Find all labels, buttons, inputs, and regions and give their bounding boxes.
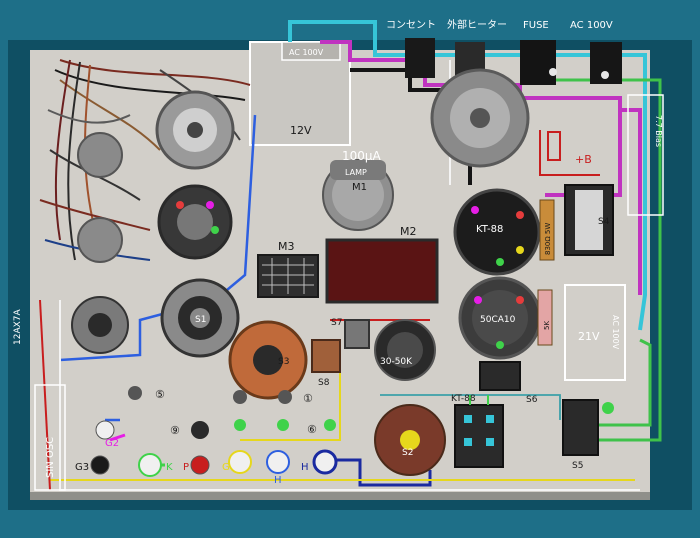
label-num9: ⑨ <box>170 424 180 437</box>
meter-m2-body <box>325 238 439 304</box>
label-sin-osc: SIN OSC <box>45 437 56 478</box>
label-12ax7a: 12AX7A <box>13 308 23 345</box>
label-m1-range: 100μA <box>342 149 382 163</box>
label-num5: ⑤ <box>155 388 165 401</box>
label-ac100v-small: AC 100V <box>289 48 324 57</box>
label-s3: S3 <box>278 357 289 367</box>
label-resistor-5k: 5K <box>543 321 551 330</box>
diagram-canvas: コンセント 外部ヒーター FUSE AC 100V AC 100V 12V 21… <box>0 0 700 538</box>
label-jack-g2: G2 <box>105 438 119 449</box>
label-m1-lamp: LAMP <box>345 168 367 177</box>
label-s2: S2 <box>402 448 413 458</box>
tube-socket-upper-left <box>155 90 235 170</box>
label-m2: M2 <box>400 225 417 238</box>
label-s4: S4 <box>598 217 610 227</box>
label-12v: 12V <box>290 124 312 137</box>
label-21v: 21V <box>578 330 600 343</box>
header-outlet: コンセント <box>386 19 436 31</box>
socket-kt88-small <box>454 404 504 468</box>
label-kt88-main: KT-88 <box>476 224 503 235</box>
label-m3: M3 <box>278 240 295 253</box>
label-jack-h2: H <box>301 462 309 473</box>
switch-s7-body <box>344 319 370 349</box>
label-resistor-830: 830Ω 5W <box>544 223 552 255</box>
rotary-s3 <box>228 320 308 400</box>
label-50ca10: 50CA10 <box>480 315 516 325</box>
pot-30-50k <box>374 319 436 381</box>
tube-socket-mid-left <box>157 184 233 260</box>
label-jack-h1: H <box>274 475 282 486</box>
label-ac100-vertical: AC 100V <box>611 315 620 350</box>
header-external-heater: 外部ヒーター <box>447 18 507 31</box>
label-num1: ① <box>303 392 313 405</box>
socket-small-left <box>71 296 129 354</box>
switch-s8-body <box>311 339 341 373</box>
switch-s6-body <box>479 361 521 391</box>
label-jack-k: K <box>166 462 173 473</box>
label-vertical-right: 7.7 Bias <box>654 115 663 147</box>
chassis-wiring-diagram: コンセント 外部ヒーター FUSE AC 100V AC 100V 12V 21… <box>0 0 700 538</box>
switch-s5-body <box>562 399 599 456</box>
label-jack-g: G <box>222 462 230 473</box>
octal-socket-top <box>430 68 530 168</box>
header-ac: AC 100V <box>570 20 613 31</box>
label-s8: S8 <box>318 378 330 388</box>
chassis-lip <box>30 492 650 500</box>
resistor-5k <box>537 289 553 346</box>
label-kt88-small: KT-88 <box>451 394 476 404</box>
label-plus-b: +B <box>575 153 592 166</box>
label-num6: ⑥ <box>307 423 317 436</box>
rotary-s2 <box>374 404 446 476</box>
label-s1: S1 <box>195 315 206 325</box>
label-s7: S7 <box>331 318 342 328</box>
label-s5: S5 <box>572 461 583 471</box>
header-fuse: FUSE <box>523 20 549 31</box>
label-jack-g3: G3 <box>75 462 89 473</box>
label-pot-30-50k: 30-50K <box>380 357 413 367</box>
label-jack-p: P <box>183 462 189 473</box>
label-s6: S6 <box>526 395 538 405</box>
label-m1: M1 <box>352 182 367 193</box>
